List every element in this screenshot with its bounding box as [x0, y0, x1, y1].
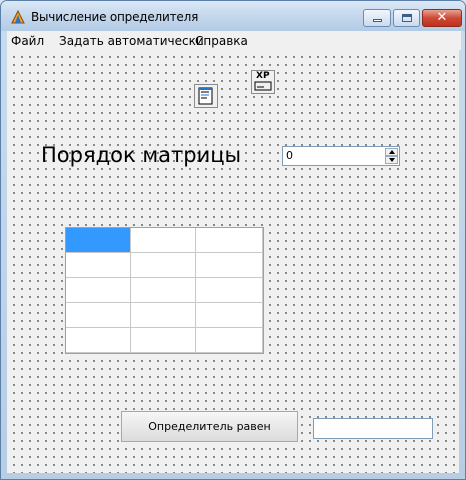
- xp-manifest-component-icon[interactable]: XP: [251, 70, 275, 94]
- maximize-button[interactable]: [393, 9, 420, 27]
- matrix-cell[interactable]: [196, 328, 263, 353]
- matrix-cell[interactable]: [131, 278, 196, 303]
- compute-determinant-button[interactable]: Определитель равен: [121, 411, 298, 442]
- menu-auto-fill[interactable]: Задать автоматически: [59, 34, 204, 48]
- menu-designer-icon: [198, 87, 213, 105]
- title-bar[interactable]: Вычисление определителя ✕: [1, 1, 465, 31]
- spinner-up-button[interactable]: [385, 148, 398, 156]
- matrix-cell[interactable]: [196, 303, 263, 328]
- app-icon: [11, 9, 25, 24]
- matrix-cell[interactable]: [66, 278, 131, 303]
- matrix-order-spinner[interactable]: 0: [282, 146, 400, 166]
- matrix-cell[interactable]: [66, 228, 131, 253]
- spinner-buttons: [385, 148, 398, 164]
- maximize-icon: [402, 14, 412, 22]
- xp-manifest-icon: [254, 81, 272, 91]
- matrix-order-label: Порядок матрицы: [41, 143, 242, 167]
- matrix-cell[interactable]: [196, 253, 263, 278]
- arrow-down-icon: [389, 158, 395, 162]
- main-menu-component-icon[interactable]: [194, 84, 218, 108]
- matrix-cell[interactable]: [196, 228, 263, 253]
- form-client-area: XP Порядок матрицы 0 Определитель равен: [7, 50, 459, 473]
- matrix-cell[interactable]: [66, 253, 131, 278]
- app-window: Вычисление определителя ✕ Файл Задать ав…: [0, 0, 466, 480]
- menu-help[interactable]: Справка: [195, 34, 248, 48]
- determinant-result-field[interactable]: [313, 418, 433, 439]
- spinner-down-button[interactable]: [385, 156, 398, 164]
- matrix-cell[interactable]: [131, 303, 196, 328]
- minimize-button[interactable]: [363, 9, 391, 27]
- matrix-grid[interactable]: [65, 227, 264, 354]
- matrix-order-value[interactable]: 0: [286, 149, 293, 162]
- minimize-icon: [373, 19, 382, 22]
- matrix-cell[interactable]: [196, 278, 263, 303]
- menu-bar: Файл Задать автоматически Справка: [7, 31, 461, 50]
- matrix-cell[interactable]: [66, 303, 131, 328]
- matrix-cell[interactable]: [131, 228, 196, 253]
- matrix-cell[interactable]: [131, 328, 196, 353]
- matrix-cell[interactable]: [131, 253, 196, 278]
- menu-file[interactable]: Файл: [11, 34, 44, 48]
- close-button[interactable]: ✕: [422, 9, 462, 27]
- window-title: Вычисление определителя: [31, 10, 199, 24]
- arrow-up-icon: [389, 150, 395, 154]
- close-icon: ✕: [436, 10, 448, 25]
- matrix-cell[interactable]: [66, 328, 131, 353]
